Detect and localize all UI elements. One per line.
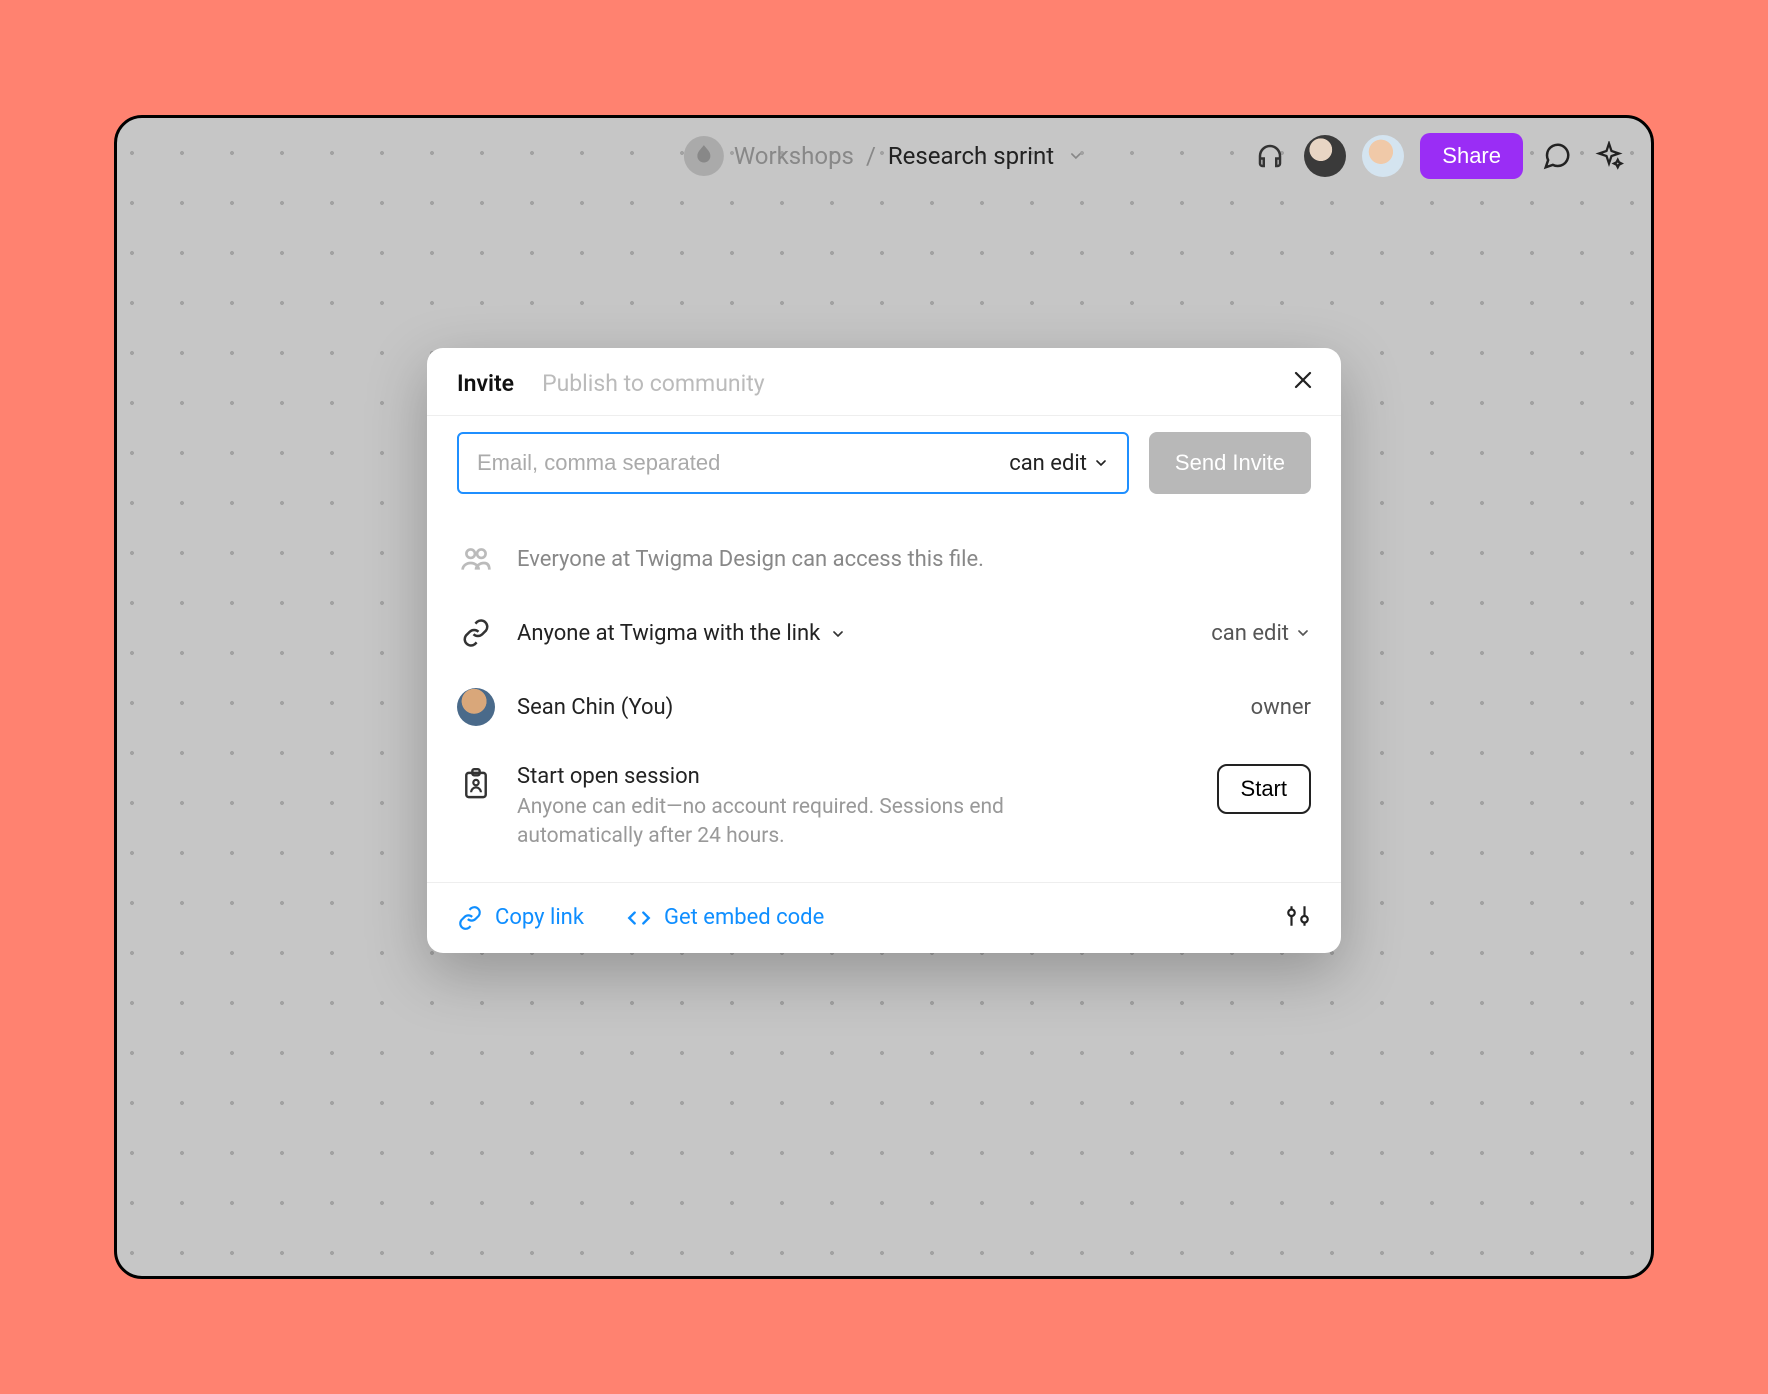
org-access-row: Everyone at Twigma Design can access thi… [457, 522, 1311, 596]
app-frame: Workshops / Research sprint Share Invite [114, 115, 1654, 1279]
link-access-text[interactable]: Anyone at Twigma with the link [517, 621, 846, 646]
chevron-down-icon[interactable] [1068, 148, 1084, 164]
owner-avatar [457, 688, 495, 726]
start-session-button[interactable]: Start [1217, 764, 1311, 814]
breadcrumb: Workshops / Research sprint [684, 136, 1084, 176]
breadcrumb-team[interactable]: Workshops [734, 142, 854, 170]
workspace-icon[interactable] [684, 136, 724, 176]
link-icon [457, 614, 495, 652]
embed-code-button[interactable]: Get embed code [626, 905, 824, 931]
share-modal: Invite Publish to community can edit Sen… [427, 348, 1341, 953]
email-input[interactable] [477, 450, 1009, 476]
tab-publish[interactable]: Publish to community [542, 370, 765, 397]
session-subtitle: Anyone can edit—no account required. Ses… [517, 793, 1057, 852]
invite-row: can edit Send Invite [457, 432, 1311, 494]
avatar-user-2[interactable] [1362, 135, 1404, 177]
tab-invite[interactable]: Invite [457, 370, 514, 397]
owner-role: owner [1251, 695, 1311, 720]
owner-row: Sean Chin (You) owner [457, 670, 1311, 744]
clipboard-person-icon [457, 766, 495, 804]
settings-sliders-icon[interactable] [1285, 903, 1311, 933]
link-access-row: Anyone at Twigma with the link can edit [457, 596, 1311, 670]
breadcrumb-file[interactable]: Research sprint [888, 142, 1054, 170]
send-invite-button[interactable]: Send Invite [1149, 432, 1311, 494]
session-text: Start open session Anyone can edit—no ac… [517, 764, 1057, 852]
link-permission-select[interactable]: can edit [1211, 621, 1311, 646]
org-access-text: Everyone at Twigma Design can access thi… [517, 547, 984, 572]
copy-link-label: Copy link [495, 905, 584, 930]
modal-footer: Copy link Get embed code [427, 882, 1341, 953]
avatar-user-1[interactable] [1304, 135, 1346, 177]
permission-label: can edit [1009, 451, 1087, 476]
link-permission-label: can edit [1211, 621, 1289, 646]
owner-name: Sean Chin (You) [517, 695, 673, 720]
sparkle-icon[interactable] [1591, 138, 1627, 174]
share-button[interactable]: Share [1420, 133, 1523, 179]
close-icon[interactable] [1291, 368, 1315, 396]
link-access-label: Anyone at Twigma with the link [517, 621, 820, 646]
session-title: Start open session [517, 764, 1057, 789]
copy-link-button[interactable]: Copy link [457, 905, 584, 931]
headphones-icon[interactable] [1252, 138, 1288, 174]
chat-icon[interactable] [1539, 138, 1575, 174]
breadcrumb-slash: / [866, 142, 876, 170]
invite-field[interactable]: can edit [457, 432, 1129, 494]
toolbar-right: Share [1252, 118, 1627, 194]
people-icon [457, 540, 495, 578]
modal-header: Invite Publish to community [427, 348, 1341, 416]
open-session-row: Start open session Anyone can edit—no ac… [457, 744, 1311, 878]
permission-select[interactable]: can edit [1009, 451, 1109, 476]
toolbar: Workshops / Research sprint Share [117, 118, 1651, 194]
modal-body: can edit Send Invite Everyone at Twigma … [427, 416, 1341, 882]
embed-code-label: Get embed code [664, 905, 824, 930]
